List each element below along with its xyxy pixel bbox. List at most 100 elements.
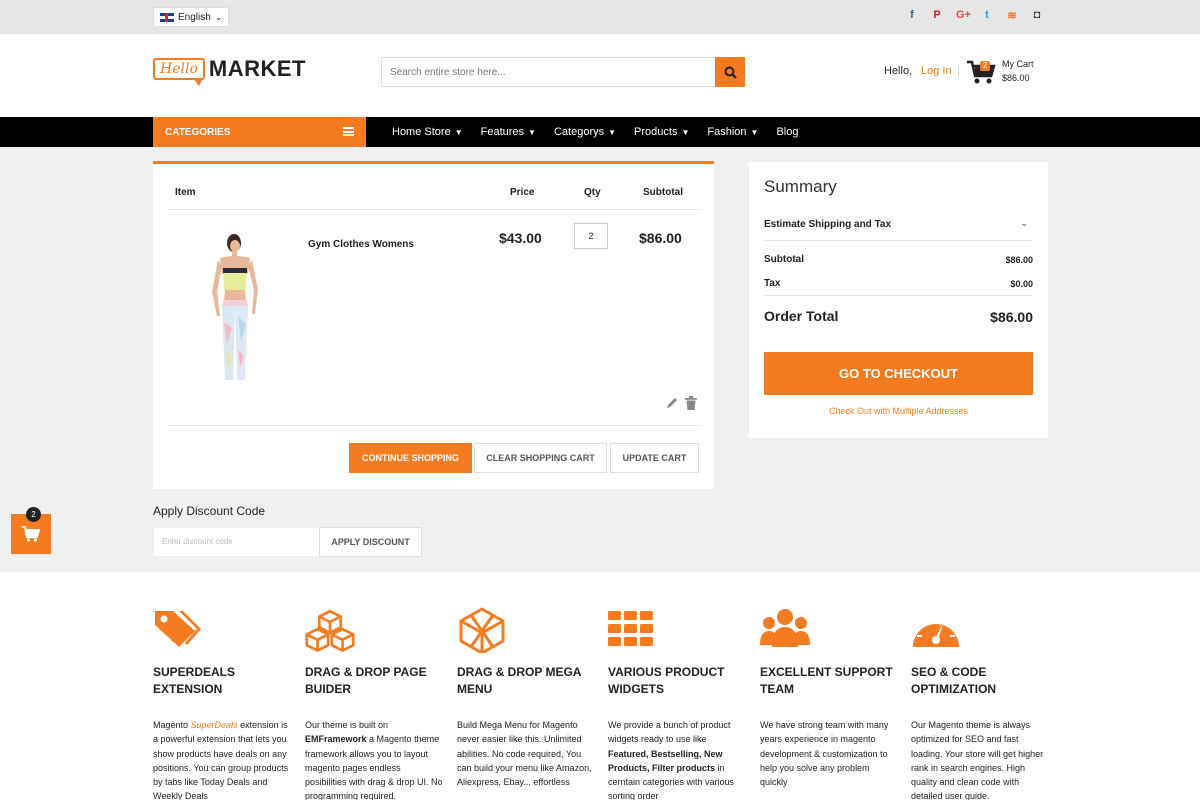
floating-cart-badge: 2	[26, 507, 41, 522]
hamburger-icon	[343, 127, 354, 136]
login-link[interactable]: Log In	[921, 65, 952, 77]
product-price: $43.00	[499, 230, 542, 246]
rss-icon[interactable]: ≋	[1006, 9, 1018, 22]
feature-description: Our Magento theme is always optimized fo…	[911, 720, 1044, 800]
blocks-icon	[305, 609, 355, 652]
clear-cart-button[interactable]: CLEAR SHOPPING CART	[474, 443, 607, 473]
site-logo[interactable]: Hello MARKET	[153, 56, 306, 86]
logo-market: MARKET	[208, 56, 306, 81]
feature-title: VARIOUS PRODUCT WIDGETS	[608, 664, 758, 698]
team-icon	[760, 609, 810, 647]
multi-address-link[interactable]: Check Out with Multiple Addresses	[749, 406, 1048, 416]
update-cart-button[interactable]: UPDATE CART	[610, 443, 699, 473]
subtotal-label: Subtotal	[764, 254, 804, 265]
cube-icon	[459, 607, 505, 653]
apply-discount-button[interactable]: APPLY DISCOUNT	[319, 527, 422, 557]
desc-bold: EMFramework	[305, 734, 367, 745]
feature-description: Build Mega Menu for Magento never easier…	[457, 720, 592, 788]
instagram-icon[interactable]: ◘	[1031, 9, 1043, 22]
nav-item-features[interactable]: Features ▼	[481, 126, 536, 138]
product-subtotal: $86.00	[639, 230, 682, 246]
order-total-value: $86.00	[990, 309, 1033, 325]
search-button[interactable]	[715, 57, 745, 87]
nav-menu: Home Store ▼ Features ▼ Categorys ▼ Product…	[392, 117, 798, 147]
header-price: Price	[510, 187, 535, 198]
continue-shopping-button[interactable]: CONTINUE SHOPPING	[349, 443, 472, 473]
pinterest-icon[interactable]: P	[931, 9, 943, 22]
discount-title: Apply Discount Code	[153, 504, 266, 518]
tax-label: Tax	[764, 278, 781, 289]
chevron-down-icon[interactable]: ⌄	[1020, 218, 1028, 229]
feature-title-line: VARIOUS PRODUCT	[608, 665, 725, 679]
nav-item-label: Features	[480, 126, 525, 138]
feature-title: SUPERDEALS EXTENSION	[153, 664, 303, 698]
search-icon	[724, 66, 737, 79]
chevron-down-icon: ▼	[608, 127, 617, 137]
header-qty: Qty	[584, 187, 601, 198]
order-summary: Summary Estimate Shipping and Tax ⌄ Subt…	[749, 162, 1048, 438]
categories-button[interactable]: CATEGORIES	[153, 117, 366, 147]
tax-value: $0.00	[1010, 279, 1033, 289]
nav-item-products[interactable]: Products ▼	[634, 126, 689, 138]
twitter-icon[interactable]: t	[981, 9, 993, 22]
feature-title-line: MENU	[457, 682, 493, 696]
header-item: Item	[175, 187, 196, 198]
language-selector[interactable]: English ⌄	[153, 7, 230, 27]
chevron-down-icon: ▼	[750, 127, 759, 137]
uk-flag-icon	[160, 12, 174, 22]
nav-item-fashion[interactable]: Fashion ▼	[707, 126, 758, 138]
nav-item-home-store[interactable]: Home Store ▼	[392, 126, 463, 138]
subtotal-value: $86.00	[1005, 255, 1033, 265]
social-links: f P G+ t ≋ ◘	[906, 9, 1043, 22]
chevron-down-icon: ▼	[681, 127, 690, 137]
divider	[764, 295, 1033, 296]
product-name[interactable]: Gym Clothes Womens	[308, 239, 414, 250]
checkout-button[interactable]: GO TO CHECKOUT	[764, 352, 1033, 395]
divider	[764, 240, 1033, 241]
feature-title-line: SEO & CODE	[911, 665, 987, 679]
chevron-down-icon: ▼	[528, 127, 536, 137]
my-cart-label[interactable]: My Cart	[1002, 59, 1034, 69]
nav-item-label: Home Store	[392, 126, 451, 138]
cart-icon	[22, 526, 40, 542]
feature-title-line: DRAG & DROP PAGE	[305, 665, 427, 679]
features-section: SUPERDEALS EXTENSION Magento SuperDeals …	[0, 572, 1200, 800]
nav-item-label: Categorys	[553, 126, 605, 138]
product-image[interactable]	[198, 232, 268, 384]
header-subtotal: Subtotal	[643, 187, 683, 198]
feature-description: We have strong team with many years expe…	[760, 720, 889, 788]
top-bar: English ⌄ f P G+ t ≋ ◘	[0, 0, 1200, 34]
feature-description: We provide a bunch of product widgets re…	[608, 718, 746, 800]
qty-input[interactable]: 2	[574, 223, 608, 249]
edit-icon[interactable]	[665, 396, 679, 410]
nav-item-blog[interactable]: Blog	[776, 126, 798, 138]
site-header: Hello MARKET Hello, Log In | 2 My Cart $…	[0, 34, 1200, 117]
discount-code-input[interactable]: Enter discount code	[153, 527, 320, 557]
feature-title-line: EXCELLENT SUPPORT	[760, 665, 893, 679]
chevron-down-icon: ⌄	[214, 11, 223, 22]
desc-text: extension is a powerful extension that l…	[153, 720, 289, 800]
feature-title-line: DRAG & DROP MEGA	[457, 665, 582, 679]
superdeals-link[interactable]: SuperDeals	[191, 720, 238, 730]
feature-title: SEO & CODE OPTIMIZATION	[911, 664, 1061, 698]
nav-item-label: Blog	[776, 126, 799, 138]
header-separator: |	[957, 65, 960, 77]
order-total-label: Order Total	[764, 308, 839, 324]
gauge-icon	[913, 615, 959, 647]
search-input[interactable]	[381, 57, 716, 87]
nav-item-label: Products	[634, 126, 678, 138]
trash-icon[interactable]	[685, 396, 697, 410]
desc-text: We provide a bunch of product widgets re…	[608, 720, 731, 745]
feature-title-line: OPTIMIZATION	[911, 682, 997, 696]
divider	[167, 209, 700, 210]
nav-item-label: Fashion	[707, 126, 747, 138]
tags-icon	[155, 611, 201, 647]
facebook-icon[interactable]: f	[906, 9, 918, 22]
summary-title: Summary	[764, 177, 837, 196]
nav-item-categorys[interactable]: Categorys ▼	[554, 126, 616, 138]
google-plus-icon[interactable]: G+	[956, 9, 971, 22]
feature-title: DRAG & DROP PAGE BUIDER	[305, 664, 455, 698]
feature-title: DRAG & DROP MEGA MENU	[457, 664, 607, 698]
my-cart-total: $86.00	[1002, 73, 1030, 83]
estimate-shipping-toggle[interactable]: Estimate Shipping and Tax	[764, 219, 891, 230]
